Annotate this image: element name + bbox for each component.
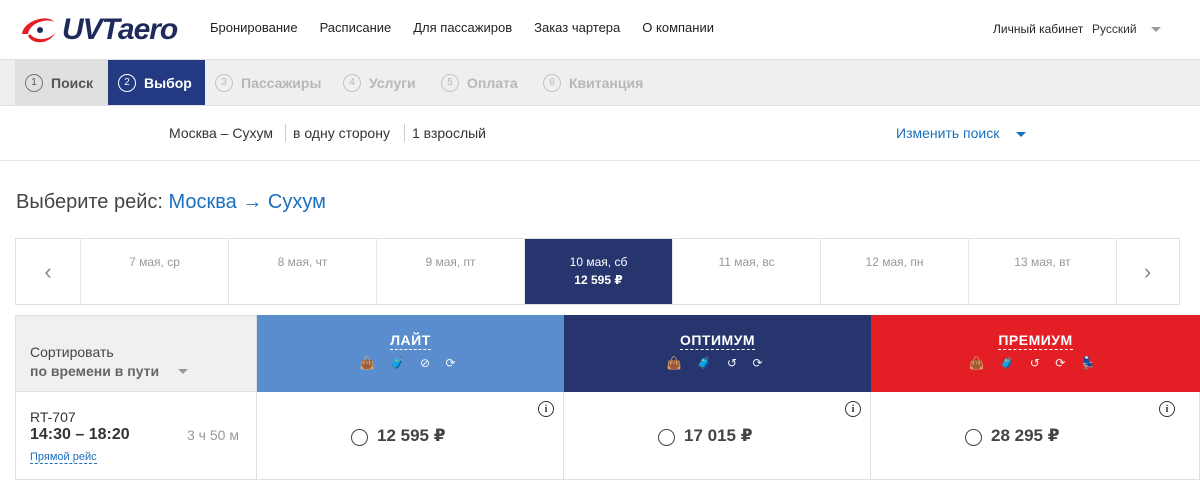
fare-option-premium[interactable]: i 28 295 ₽ xyxy=(871,392,1200,480)
date-option[interactable]: 9 мая, пт xyxy=(376,239,524,304)
date-option[interactable]: 11 мая, вс xyxy=(672,239,820,304)
date-price: 12 595 ₽ xyxy=(574,273,623,287)
chevron-down-icon[interactable] xyxy=(178,369,188,374)
nav-charter[interactable]: Заказ чартера xyxy=(534,20,620,35)
divider xyxy=(285,124,286,142)
fare-header-premium: ПРЕМИУМ 👜 🧳 ↺ ⟳ 💺 xyxy=(871,315,1200,392)
logo-text: UVTaero xyxy=(62,13,178,46)
step-number: 4 xyxy=(343,73,361,92)
date-option[interactable]: 7 мая, ср xyxy=(80,239,228,304)
top-bar: UVTaero Бронирование Расписание Для пасс… xyxy=(0,0,1200,60)
step-services: 4 Услуги xyxy=(343,60,416,105)
fare-features-icon: 👜 🧳 ⊘ ⟳ xyxy=(359,356,462,370)
change-search-link[interactable]: Изменить поиск xyxy=(896,125,999,141)
nav-schedule[interactable]: Расписание xyxy=(320,20,392,35)
fare-price: 17 015 ₽ xyxy=(684,426,753,445)
date-label: 11 мая, вс xyxy=(718,255,775,269)
fare-price: 12 595 ₽ xyxy=(377,426,446,445)
step-label: Услуги xyxy=(369,74,416,91)
date-label: 12 мая, пн xyxy=(865,255,924,269)
date-option[interactable]: 8 мая, чт xyxy=(228,239,376,304)
title-prefix: Выберите рейс: xyxy=(16,191,163,213)
fare-table: Сортировать по времени в пути ЛАЙТ 👜 🧳 ⊘… xyxy=(15,315,1200,480)
main-nav: Бронирование Расписание Для пассажиров З… xyxy=(210,20,714,35)
fare-radio[interactable] xyxy=(351,429,368,446)
date-option-selected[interactable]: 10 мая, сб 12 595 ₽ xyxy=(524,239,672,304)
step-passengers: 3 Пассажиры xyxy=(215,60,321,105)
fare-header-lite: ЛАЙТ 👜 🧳 ⊘ ⟳ xyxy=(257,315,564,392)
fare-price: 28 295 ₽ xyxy=(991,426,1060,445)
next-dates-button[interactable]: › xyxy=(1116,239,1178,304)
step-number: 6 xyxy=(543,73,561,92)
fare-header-optimum: ОПТИМУМ 👜 🧳 ↺ ⟳ xyxy=(564,315,871,392)
fare-name[interactable]: ОПТИМУМ xyxy=(679,332,756,350)
step-label: Пассажиры xyxy=(241,74,322,91)
date-label: 9 мая, пт xyxy=(425,255,476,269)
date-label: 7 мая, ср xyxy=(129,255,180,269)
fare-features-icon: 👜 🧳 ↺ ⟳ 💺 xyxy=(969,356,1102,370)
date-label: 13 мая, вт xyxy=(1014,255,1071,269)
step-label: Выбор xyxy=(144,74,192,91)
sort-label: Сортировать xyxy=(30,344,114,360)
direct-flight-link[interactable]: Прямой рейс xyxy=(30,451,97,464)
info-icon[interactable]: i xyxy=(538,401,554,417)
fare-name[interactable]: ЛАЙТ xyxy=(390,332,431,350)
step-select[interactable]: 2 Выбор xyxy=(108,60,205,105)
search-summary: Москва – Сухум в одну сторону 1 взрослый… xyxy=(0,106,1200,161)
booking-steps: 1 Поиск 2 Выбор 3 Пассажиры 4 Услуги 5 О… xyxy=(0,60,1200,106)
divider xyxy=(404,124,405,142)
step-label: Поиск xyxy=(51,74,94,91)
date-option[interactable]: 13 мая, вт xyxy=(968,239,1116,304)
nav-about[interactable]: О компании xyxy=(642,20,714,35)
step-search[interactable]: 1 Поиск xyxy=(15,60,108,105)
logo-swirl-icon xyxy=(22,18,56,43)
step-label: Квитанция xyxy=(569,74,644,91)
chevron-down-icon[interactable] xyxy=(1016,132,1026,137)
prev-dates-button[interactable]: ‹ xyxy=(16,239,80,304)
step-number: 2 xyxy=(118,73,136,92)
language-select[interactable]: Русский xyxy=(1092,22,1137,36)
title-from-city: Москва xyxy=(168,191,237,213)
date-option[interactable]: 12 мая, пн xyxy=(820,239,968,304)
flight-time: 14:30 – 18:20 xyxy=(30,426,130,443)
info-icon[interactable]: i xyxy=(845,401,861,417)
date-label: 10 мая, сб xyxy=(569,255,628,269)
date-label: 8 мая, чт xyxy=(277,255,328,269)
page-title: Выберите рейс: Москва → Сухум xyxy=(16,191,326,214)
nav-passengers[interactable]: Для пассажиров xyxy=(413,20,512,35)
fare-option-optimum[interactable]: i 17 015 ₽ xyxy=(564,392,871,480)
sort-control[interactable]: Сортировать по времени в пути xyxy=(15,315,257,392)
summary-trip-type: в одну сторону xyxy=(293,125,390,141)
flight-number: RT-707 xyxy=(30,409,76,425)
flight-duration: 3 ч 50 м xyxy=(187,427,239,443)
fare-radio[interactable] xyxy=(965,429,982,446)
title-arrow: → xyxy=(242,191,263,213)
summary-route: Москва – Сухум xyxy=(169,125,273,141)
sort-value[interactable]: по времени в пути xyxy=(30,363,159,379)
fare-option-lite[interactable]: i 12 595 ₽ xyxy=(257,392,564,480)
chevron-right-icon: › xyxy=(1143,258,1152,284)
summary-passengers: 1 взрослый xyxy=(412,125,486,141)
step-number: 1 xyxy=(25,73,43,92)
chevron-left-icon: ‹ xyxy=(44,258,52,284)
chevron-down-icon[interactable] xyxy=(1151,27,1161,32)
nav-booking[interactable]: Бронирование xyxy=(210,20,298,35)
step-payment: 5 Оплата xyxy=(441,60,518,105)
logo[interactable]: UVTaero xyxy=(18,10,178,50)
date-selector: ‹ 7 мая, ср 8 мая, чт 9 мая, пт 10 мая, … xyxy=(15,238,1180,305)
fare-radio[interactable] xyxy=(658,429,675,446)
title-to-city: Сухум xyxy=(267,191,326,213)
flight-info: RT-707 14:30 – 18:20 3 ч 50 м Прямой рей… xyxy=(15,392,257,480)
step-number: 5 xyxy=(441,73,459,92)
fare-name[interactable]: ПРЕМИУМ xyxy=(998,332,1073,350)
info-icon[interactable]: i xyxy=(1159,401,1175,417)
fare-features-icon: 👜 🧳 ↺ ⟳ xyxy=(666,356,769,370)
step-number: 3 xyxy=(215,73,233,92)
step-label: Оплата xyxy=(467,74,518,91)
step-receipt: 6 Квитанция xyxy=(543,60,643,105)
account-link[interactable]: Личный кабинет xyxy=(993,22,1083,36)
